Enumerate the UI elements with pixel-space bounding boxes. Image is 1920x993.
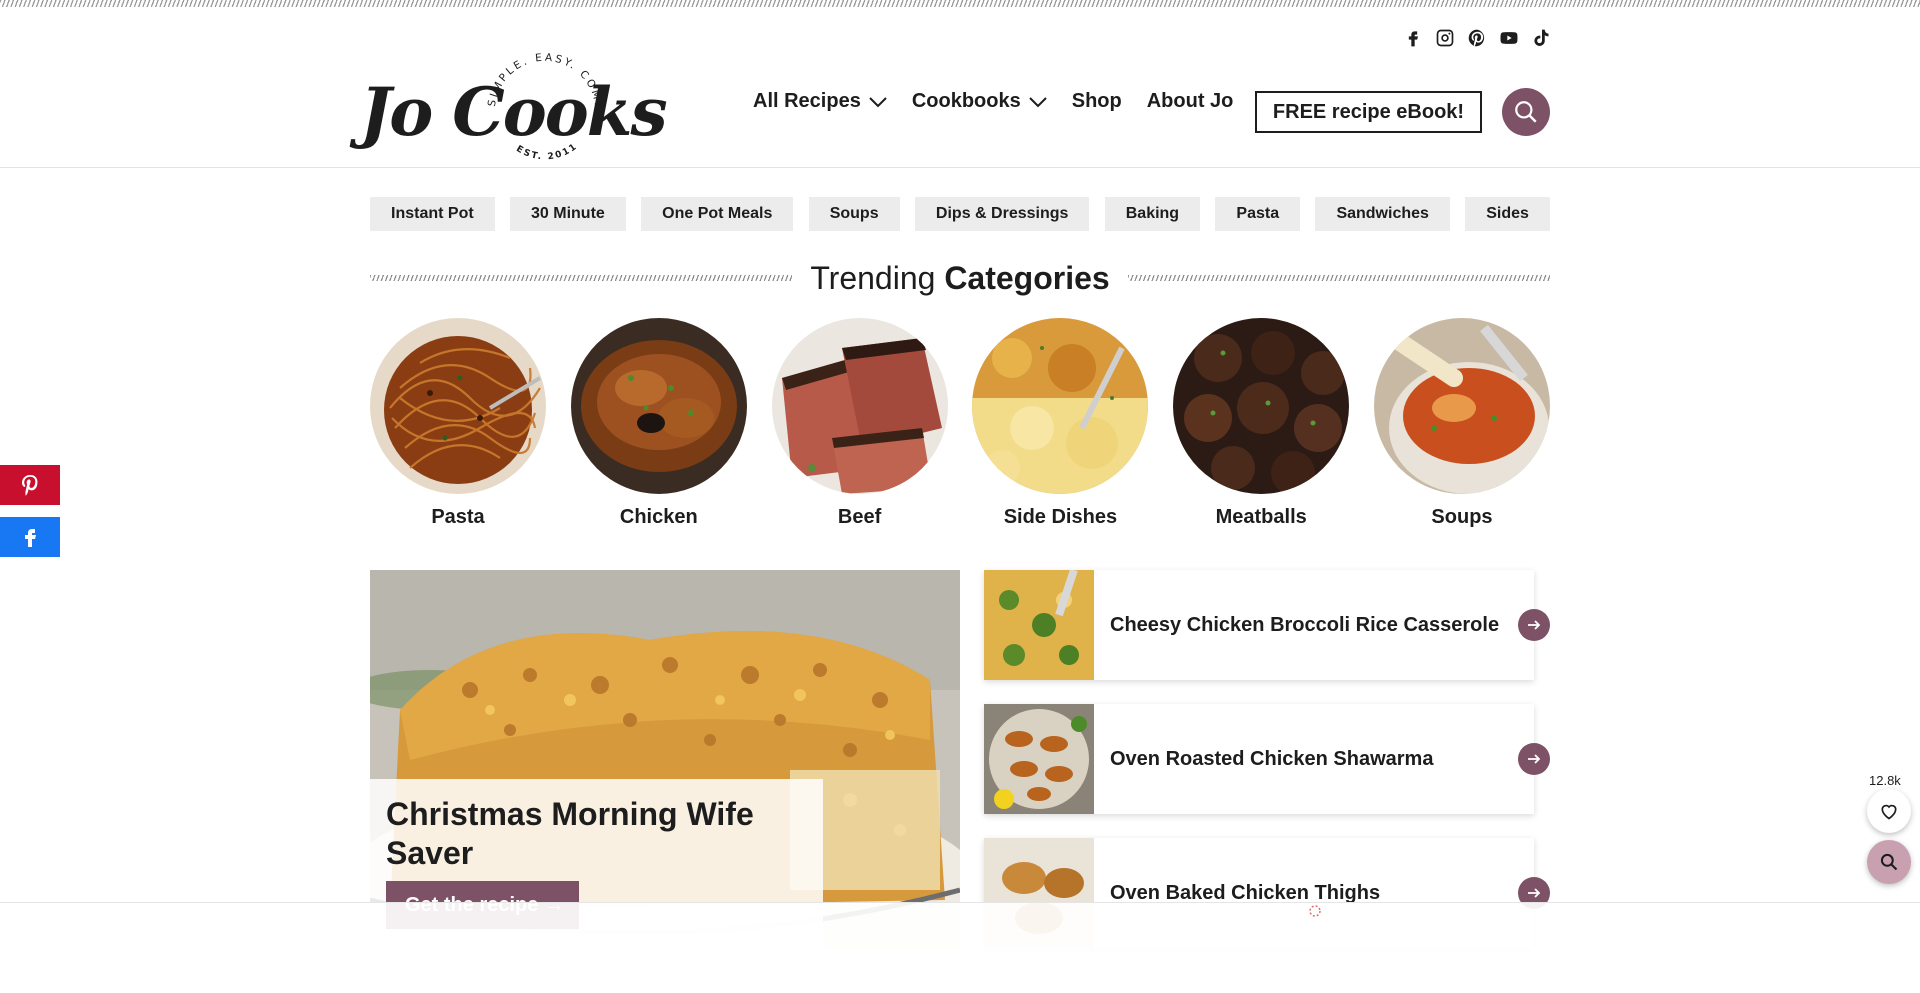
site-logo[interactable]: Jo Cooks SIMPLE. EASY. COMFORT. EST. 201…: [360, 37, 668, 177]
chevron-down-icon: [1029, 96, 1047, 107]
category-image: [370, 318, 546, 494]
loading-spinner-icon: [1309, 905, 1321, 917]
category-label: Pasta: [431, 506, 485, 528]
svg-text:EST. 2011: EST. 2011: [514, 141, 580, 162]
search-icon: [1515, 101, 1537, 123]
recipe-arrow-button[interactable]: [1518, 609, 1550, 641]
arrow-right-icon: [1528, 888, 1541, 898]
facebook-share-button[interactable]: [0, 517, 60, 557]
logo-ring: SIMPLE. EASY. COMFORT. EST. 2011: [480, 37, 604, 162]
social-links: [1402, 27, 1552, 49]
category-label: Beef: [837, 506, 882, 528]
chip-baking[interactable]: Baking: [1104, 197, 1201, 231]
youtube-icon[interactable]: [1498, 27, 1520, 49]
nav-cookbooks[interactable]: Cookbooks: [912, 90, 1047, 113]
facebook-icon: [25, 529, 36, 547]
recipe-arrow-button[interactable]: [1518, 743, 1550, 775]
logo-tagline: SIMPLE. EASY. COMFORT.: [480, 37, 602, 111]
recipe-thumbnail: [984, 570, 1094, 680]
category-image: [570, 318, 747, 494]
chip-instant-pot[interactable]: Instant Pot: [370, 197, 495, 231]
category-label: Chicken: [619, 506, 698, 528]
heart-icon: [1881, 804, 1897, 820]
chip-sides[interactable]: Sides: [1465, 197, 1550, 231]
trending-header: Trending Categories: [370, 258, 1551, 298]
facebook-icon[interactable]: [1402, 27, 1424, 49]
category-soups[interactable]: Soups: [1373, 318, 1550, 529]
nav-shop[interactable]: Shop: [1072, 90, 1122, 113]
trending-title: Trending Categories: [810, 259, 1110, 296]
recipe-title: Cheesy Chicken Broccoli Rice Casserole: [1110, 613, 1500, 636]
chip-soups[interactable]: Soups: [808, 197, 900, 231]
recipe-card[interactable]: Cheesy Chicken Broccoli Rice Casserole: [984, 570, 1550, 680]
arrow-right-icon: [1528, 620, 1541, 630]
pinterest-icon: [22, 475, 38, 496]
chip-dips-dressings[interactable]: Dips & Dressings: [914, 197, 1090, 231]
category-label: Meatballs: [1215, 506, 1307, 528]
like-count: 12.8k: [1869, 773, 1901, 788]
category-label: Side Dishes: [1003, 506, 1118, 528]
main-nav: All Recipes Cookbooks Shop About Jo: [753, 90, 1258, 113]
recipe-thumbnail: [984, 704, 1094, 814]
bottom-ad-bar: [0, 902, 1920, 993]
floating-search-button[interactable]: [1867, 840, 1911, 884]
arrow-right-icon: [1528, 754, 1541, 764]
chip-pasta[interactable]: Pasta: [1215, 197, 1301, 231]
category-chicken[interactable]: Chicken: [570, 318, 747, 529]
hatch-divider: [1127, 275, 1551, 281]
trending-categories: Pasta Chicken Beef Side Dishes Meatballs…: [370, 318, 1550, 529]
search-icon: [1880, 853, 1898, 871]
category-image: [972, 318, 1149, 494]
category-image: [771, 318, 948, 494]
category-image: [1173, 318, 1350, 494]
category-beef[interactable]: Beef: [771, 318, 948, 529]
top-hatch-border: [0, 0, 1920, 7]
instagram-icon[interactable]: [1434, 27, 1456, 49]
chevron-down-icon: [869, 96, 887, 107]
featured-recipe-title[interactable]: Christmas Morning Wife Saver: [386, 795, 807, 873]
tiktok-icon[interactable]: [1530, 27, 1552, 49]
chip-one-pot-meals[interactable]: One Pot Meals: [641, 197, 794, 231]
hatch-divider: [370, 275, 793, 281]
logo-established: EST. 2011: [514, 141, 578, 162]
category-meatballs[interactable]: Meatballs: [1173, 318, 1350, 529]
site-header: Jo Cooks SIMPLE. EASY. COMFORT. EST. 201…: [0, 7, 1920, 168]
search-button[interactable]: [1502, 88, 1550, 136]
pinterest-share-button[interactable]: [0, 465, 60, 505]
recipe-card[interactable]: Oven Roasted Chicken Shawarma: [984, 704, 1550, 814]
chip-sandwiches[interactable]: Sandwiches: [1315, 197, 1450, 231]
category-chips: Instant Pot 30 Minute One Pot Meals Soup…: [370, 197, 1550, 231]
category-pasta[interactable]: Pasta: [370, 318, 546, 529]
svg-text:SIMPLE. EASY. COMFORT.: SIMPLE. EASY. COMFORT.: [480, 37, 604, 111]
category-image: [1373, 318, 1550, 494]
pinterest-icon[interactable]: [1466, 27, 1488, 49]
nav-about-jo[interactable]: About Jo: [1147, 90, 1234, 113]
category-side-dishes[interactable]: Side Dishes: [972, 318, 1149, 529]
free-ebook-button[interactable]: FREE recipe eBook!: [1255, 91, 1482, 133]
favorite-button[interactable]: [1867, 789, 1911, 833]
chip-30-minute[interactable]: 30 Minute: [510, 197, 626, 231]
recipe-title: Oven Roasted Chicken Shawarma: [1110, 747, 1434, 770]
category-label: Soups: [1431, 506, 1493, 528]
nav-all-recipes[interactable]: All Recipes: [753, 90, 887, 113]
